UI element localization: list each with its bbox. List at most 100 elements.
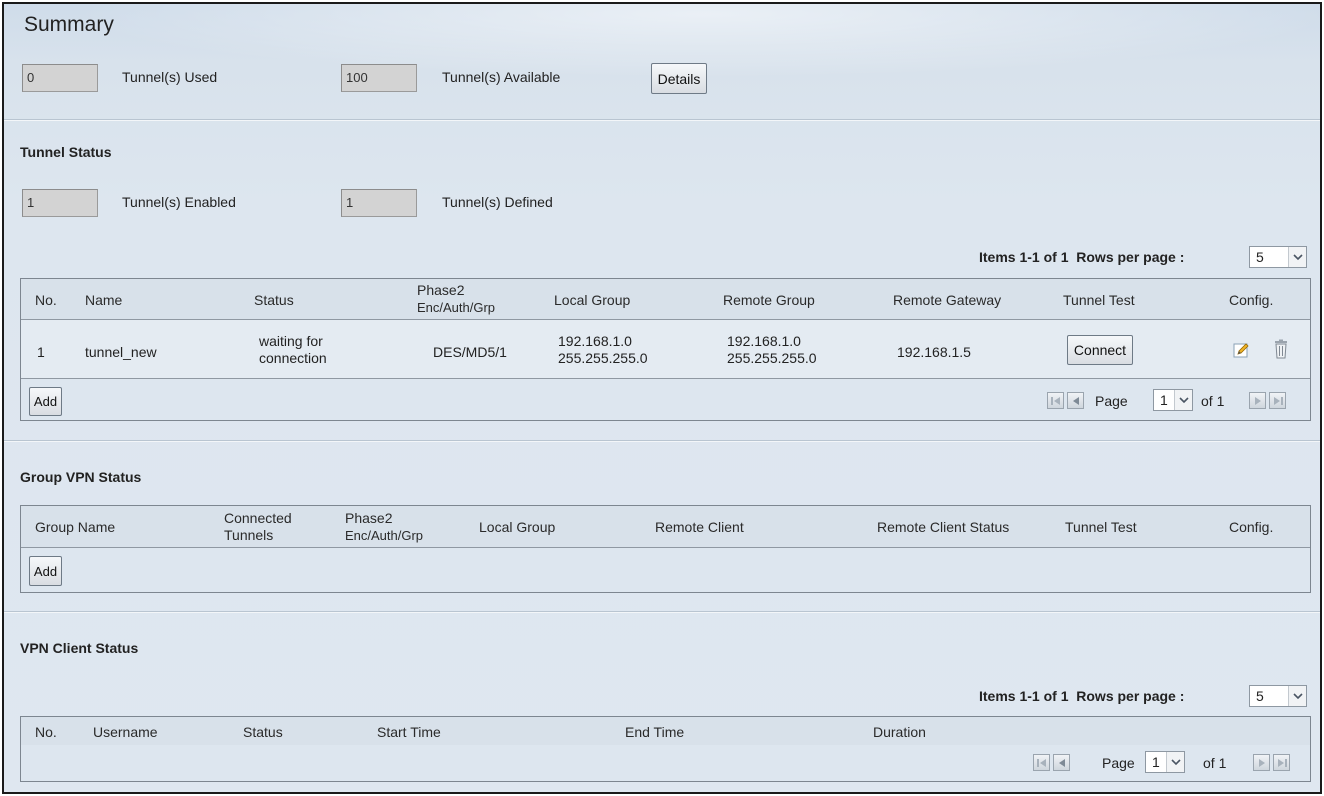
rows-per-page-value: 5 (1256, 249, 1264, 265)
tunnel-table: No. Name Status Phase2 Enc/Auth/Grp Loca… (20, 278, 1311, 421)
prev-page-icon[interactable] (1067, 392, 1084, 409)
connect-button[interactable]: Connect (1067, 335, 1133, 365)
remote-ip: 192.168.1.0 (727, 333, 801, 349)
tunnels-enabled-label: Tunnel(s) Enabled (122, 194, 236, 210)
page-label: Page (1102, 755, 1135, 771)
row-no: 1 (37, 344, 45, 360)
tunnel-status-title: Tunnel Status (20, 144, 112, 160)
col-phase2-line2: Enc/Auth/Grp (345, 528, 424, 543)
col-connected-line2: Tunnels (224, 527, 274, 543)
row-status: waiting for connection (259, 333, 327, 367)
col-config: Config. (1229, 292, 1274, 308)
tunnel-table-header: No. Name Status Phase2 Enc/Auth/Grp Loca… (21, 279, 1310, 320)
row-remote-group: 192.168.1.0 255.255.255.0 (727, 333, 817, 367)
vpn-client-table: No. Username Status Start Time End Time … (20, 716, 1311, 782)
next-page-icon[interactable] (1249, 392, 1266, 409)
col-no: No. (35, 724, 57, 740)
col-remote-group: Remote Group (723, 292, 815, 308)
col-remote-gateway: Remote Gateway (893, 292, 1002, 308)
table-row: 1 tunnel_new waiting for connection DES/… (21, 320, 1310, 379)
group-vpn-table-header: Group Name Connected Tunnels Phase2 Enc/… (21, 506, 1310, 548)
row-local-group: 192.168.1.0 255.255.255.0 (558, 333, 648, 367)
group-vpn-table: Group Name Connected Tunnels Phase2 Enc/… (20, 505, 1311, 593)
col-remote-client-status: Remote Client Status (877, 519, 1010, 535)
last-page-icon[interactable] (1269, 392, 1286, 409)
tunnels-used-label: Tunnel(s) Used (122, 69, 218, 85)
tunnel-items-count: Items 1-1 of 1 Rows per page : (979, 249, 1184, 265)
vpn-client-table-header: No. Username Status Start Time End Time … (21, 717, 1310, 747)
items-label: Items 1-1 of 1 (979, 688, 1069, 704)
of-pages-label: of 1 (1203, 755, 1227, 771)
vpn-client-title: VPN Client Status (20, 640, 139, 656)
of-pages-label: of 1 (1201, 393, 1225, 409)
col-phase2-line2: Enc/Auth/Grp (417, 300, 496, 315)
col-start-time: Start Time (377, 724, 441, 740)
pencil-edit-icon[interactable] (1233, 341, 1251, 359)
page-value: 1 (1152, 754, 1160, 770)
rows-per-page-label: Rows per page : (1076, 688, 1185, 704)
col-remote-client: Remote Client (655, 519, 744, 535)
col-group-name: Group Name (35, 519, 116, 535)
first-page-icon[interactable] (1033, 754, 1050, 771)
col-local-group: Local Group (479, 519, 556, 535)
add-tunnel-button[interactable]: Add (29, 387, 62, 416)
tunnels-used-field: 0 (22, 64, 98, 92)
tunnel-rows-per-page-select[interactable]: 5 (1249, 246, 1307, 268)
col-phase2: Phase2 Enc/Auth/Grp (345, 510, 423, 544)
col-local-group: Local Group (554, 292, 631, 308)
tunnels-available-field: 100 (341, 64, 417, 92)
section-divider (4, 440, 1320, 442)
tunnels-defined-label: Tunnel(s) Defined (442, 194, 553, 210)
col-connected-line1: Connected (224, 510, 292, 526)
tunnels-enabled-field: 1 (22, 189, 98, 217)
add-group-button[interactable]: Add (29, 556, 62, 586)
col-config: Config. (1229, 519, 1274, 535)
rows-per-page-value: 5 (1256, 688, 1264, 704)
details-button[interactable]: Details (651, 63, 707, 94)
vpn-status-page: Summary 0 Tunnel(s) Used 100 Tunnel(s) A… (2, 2, 1322, 794)
col-tunnel-test: Tunnel Test (1065, 519, 1137, 535)
last-page-icon[interactable] (1273, 754, 1290, 771)
section-divider (4, 119, 1320, 121)
trash-icon[interactable] (1273, 339, 1289, 359)
row-status-line1: waiting for (259, 333, 323, 349)
section-divider (4, 611, 1320, 613)
chevron-down-icon (1288, 247, 1306, 267)
prev-page-icon[interactable] (1053, 754, 1070, 771)
page-select[interactable]: 1 (1153, 389, 1193, 411)
group-vpn-title: Group VPN Status (20, 469, 142, 485)
row-status-line2: connection (259, 350, 327, 366)
local-mask: 255.255.255.0 (558, 350, 648, 366)
col-name: Name (85, 292, 123, 308)
first-page-icon[interactable] (1047, 392, 1064, 409)
col-phase2: Phase2 Enc/Auth/Grp (417, 282, 495, 316)
col-status: Status (254, 292, 294, 308)
header-gradient (4, 4, 1320, 114)
row-name: tunnel_new (85, 344, 157, 360)
chevron-down-icon (1174, 390, 1192, 410)
next-page-icon[interactable] (1253, 754, 1270, 771)
chevron-down-icon (1288, 686, 1306, 706)
page-value: 1 (1160, 392, 1168, 408)
col-duration: Duration (873, 724, 926, 740)
remote-mask: 255.255.255.0 (727, 350, 817, 366)
col-phase2-line1: Phase2 (345, 510, 393, 526)
col-no: No. (35, 292, 57, 308)
page-label: Page (1095, 393, 1128, 409)
col-phase2-line1: Phase2 (417, 282, 465, 298)
summary-title: Summary (24, 13, 114, 36)
client-items-count: Items 1-1 of 1 Rows per page : (979, 688, 1184, 704)
vpn-client-table-footer: Page 1 of 1 (21, 745, 1310, 781)
local-ip: 192.168.1.0 (558, 333, 632, 349)
col-end-time: End Time (625, 724, 685, 740)
client-rows-per-page-select[interactable]: 5 (1249, 685, 1307, 707)
group-vpn-table-footer: Add (21, 548, 1310, 592)
col-status: Status (243, 724, 283, 740)
row-phase2: DES/MD5/1 (433, 344, 507, 360)
items-label: Items 1-1 of 1 (979, 249, 1069, 265)
page-select[interactable]: 1 (1145, 751, 1185, 773)
col-tunnel-test: Tunnel Test (1063, 292, 1135, 308)
row-remote-gateway: 192.168.1.5 (897, 344, 971, 360)
tunnel-table-footer: Add Page 1 of 1 (21, 379, 1310, 420)
tunnels-defined-field: 1 (341, 189, 417, 217)
